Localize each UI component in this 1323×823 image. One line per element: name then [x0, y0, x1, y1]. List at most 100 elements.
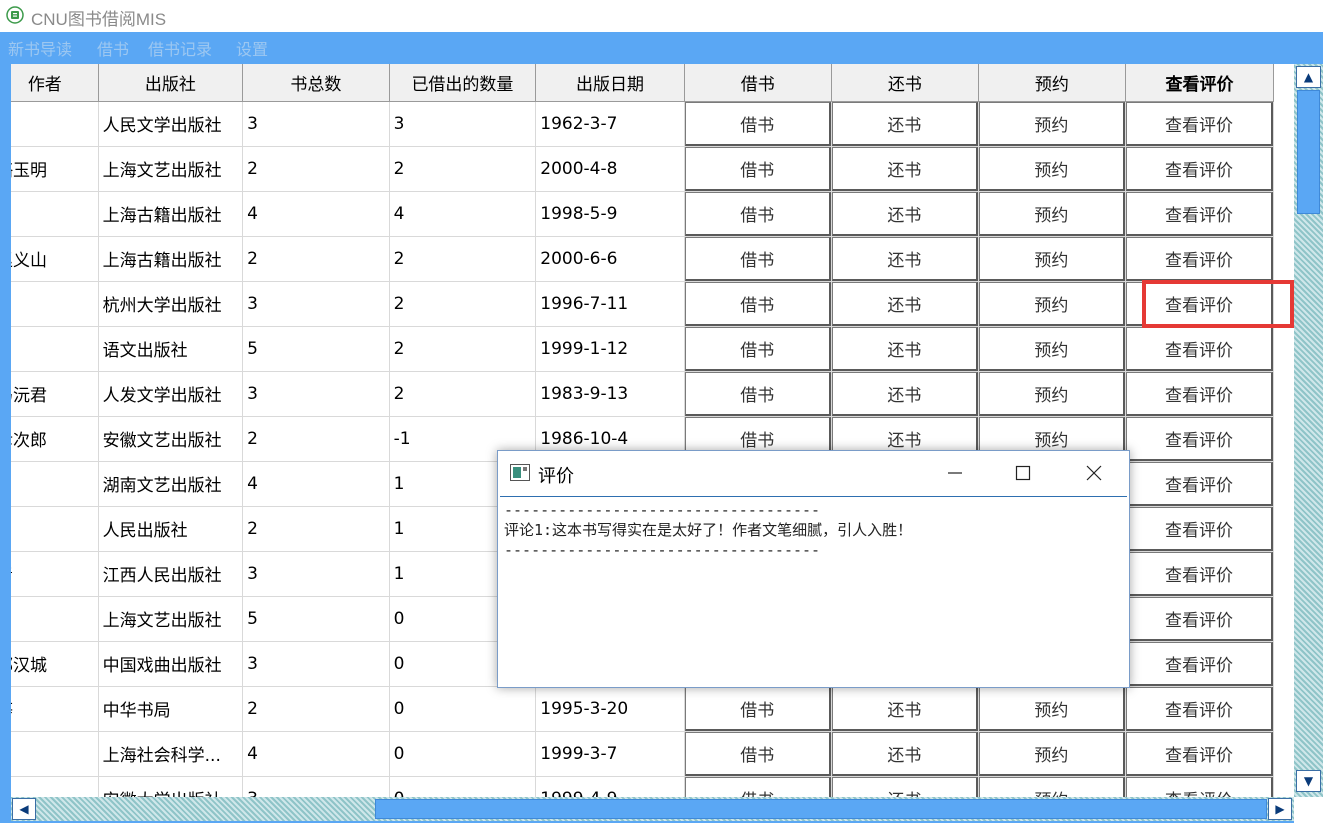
scroll-down-arrow-icon[interactable]: ▼ [1296, 770, 1321, 792]
col-header-total[interactable]: 书总数 [242, 64, 390, 102]
view-review-button[interactable]: 查看评价 [1126, 327, 1273, 370]
maximize-button[interactable] [1000, 457, 1046, 489]
col-header-return[interactable]: 还书 [830, 64, 979, 102]
view-review-button-cell: 查看评价 [1124, 460, 1275, 507]
total-count-cell: 5 [242, 325, 390, 372]
borrowed-count-cell: 2 [388, 280, 537, 327]
publish-date-cell: 1995-3-20 [535, 685, 685, 732]
return-button[interactable]: 还书 [832, 327, 978, 370]
return-button[interactable]: 还书 [832, 237, 978, 280]
col-header-publisher[interactable]: 出版社 [97, 64, 244, 102]
borrow-button[interactable]: 借书 [685, 777, 831, 797]
view-review-button[interactable]: 查看评价 [1126, 507, 1273, 550]
borrow-button-cell: 借书 [683, 145, 832, 192]
author-cell: 赵义山 [11, 235, 99, 282]
col-header-borrow[interactable]: 借书 [683, 64, 832, 102]
horizontal-scrollbar[interactable]: ◀ ▶ [11, 797, 1294, 821]
reserve-button[interactable]: 预约 [979, 372, 1125, 415]
scroll-right-arrow-icon[interactable]: ▶ [1268, 798, 1292, 820]
view-review-button[interactable]: 查看评价 [1126, 237, 1273, 280]
col-header-date[interactable]: 出版日期 [535, 64, 685, 102]
reserve-button[interactable]: 预约 [979, 192, 1125, 235]
publisher-cell: 人发文学出版社 [97, 370, 244, 417]
borrowed-count-cell: 3 [388, 100, 537, 147]
view-review-button[interactable]: 查看评价 [1126, 597, 1273, 640]
horizontal-scroll-thumb[interactable] [375, 799, 1267, 819]
return-button[interactable]: 还书 [832, 282, 978, 325]
return-button[interactable]: 还书 [832, 147, 978, 190]
borrowed-count-cell: 0 [388, 775, 537, 797]
menu-new-books[interactable]: 新书导读 [8, 36, 72, 60]
reserve-button-cell: 预约 [977, 100, 1126, 147]
view-review-button-cell: 查看评价 [1124, 325, 1275, 372]
reserve-button[interactable]: 预约 [979, 237, 1125, 280]
vertical-scroll-thumb[interactable] [1297, 90, 1320, 214]
borrow-button[interactable]: 借书 [685, 732, 831, 775]
return-button-cell: 还书 [830, 325, 979, 372]
vertical-scrollbar[interactable]: ▲ ▼ [1294, 64, 1323, 797]
col-header-author[interactable]: 作者 [11, 64, 99, 102]
reserve-button[interactable]: 预约 [979, 777, 1125, 797]
author-cell [11, 100, 99, 147]
minimize-button[interactable] [932, 457, 978, 489]
col-header-borrowed[interactable]: 已借出的数量 [388, 64, 537, 102]
return-button[interactable]: 还书 [832, 732, 978, 775]
menu-borrow[interactable]: 借书 [97, 36, 129, 60]
reserve-button-cell: 预约 [977, 280, 1126, 327]
author-cell [11, 730, 99, 777]
reserve-button[interactable]: 预约 [979, 732, 1125, 775]
borrow-button[interactable]: 借书 [685, 282, 831, 325]
view-review-button[interactable]: 查看评价 [1126, 732, 1273, 775]
view-review-button-cell: 查看评价 [1124, 370, 1275, 417]
reserve-button[interactable]: 预约 [979, 102, 1125, 145]
view-review-button[interactable]: 查看评价 [1126, 102, 1273, 145]
total-count-cell: 2 [242, 145, 390, 192]
publisher-cell: 上海文艺出版社 [97, 145, 244, 192]
view-review-button[interactable]: 查看评价 [1126, 282, 1273, 325]
view-review-button[interactable]: 查看评价 [1126, 372, 1273, 415]
publisher-cell: 中国戏曲出版社 [97, 640, 244, 687]
view-review-button[interactable]: 查看评价 [1126, 462, 1273, 505]
app-title: CNU图书借阅MIS [31, 10, 167, 29]
borrow-button[interactable]: 借书 [685, 102, 831, 145]
menu-borrow-records[interactable]: 借书记录 [148, 36, 212, 60]
borrow-button[interactable]: 借书 [685, 237, 831, 280]
close-icon [1086, 465, 1102, 481]
col-header-reserve[interactable]: 预约 [977, 64, 1126, 102]
menu-settings[interactable]: 设置 [236, 36, 268, 60]
close-button[interactable] [1071, 457, 1117, 489]
return-button[interactable]: 还书 [832, 687, 978, 730]
reserve-button[interactable]: 预约 [979, 687, 1125, 730]
borrow-button[interactable]: 借书 [685, 372, 831, 415]
return-button[interactable]: 还书 [832, 102, 978, 145]
dialog-titlebar[interactable]: 评价 [498, 451, 1129, 495]
view-review-button[interactable]: 查看评价 [1126, 777, 1273, 797]
scroll-left-arrow-icon[interactable]: ◀ [12, 798, 36, 820]
return-button[interactable]: 还书 [832, 372, 978, 415]
borrow-button-cell: 借书 [683, 685, 832, 732]
view-review-button[interactable]: 查看评价 [1126, 417, 1273, 460]
reserve-button[interactable]: 预约 [979, 282, 1125, 325]
scroll-up-arrow-icon[interactable]: ▲ [1296, 66, 1321, 88]
publisher-cell: 湖南文艺出版社 [97, 460, 244, 507]
view-review-button[interactable]: 查看评价 [1126, 687, 1273, 730]
publish-date-cell: 2000-6-6 [535, 235, 685, 282]
borrow-button[interactable]: 借书 [685, 687, 831, 730]
return-button-cell: 还书 [830, 730, 979, 777]
borrow-button[interactable]: 借书 [685, 327, 831, 370]
borrow-button[interactable]: 借书 [685, 192, 831, 235]
author-cell: 骆玉明 [11, 145, 99, 192]
reserve-button[interactable]: 预约 [979, 327, 1125, 370]
return-button[interactable]: 还书 [832, 192, 978, 235]
return-button-cell: 还书 [830, 280, 979, 327]
reserve-button[interactable]: 预约 [979, 147, 1125, 190]
col-header-review[interactable]: 查看评价 [1124, 64, 1275, 102]
review-text-area[interactable]: ----------------------------------- 评论1:… [500, 496, 1127, 686]
view-review-button[interactable]: 查看评价 [1126, 147, 1273, 190]
view-review-button[interactable]: 查看评价 [1126, 552, 1273, 595]
view-review-button[interactable]: 查看评价 [1126, 642, 1273, 685]
return-button[interactable]: 还书 [832, 777, 978, 797]
view-review-button[interactable]: 查看评价 [1126, 192, 1273, 235]
borrow-button[interactable]: 借书 [685, 147, 831, 190]
borrowed-count-cell: 4 [388, 190, 537, 237]
